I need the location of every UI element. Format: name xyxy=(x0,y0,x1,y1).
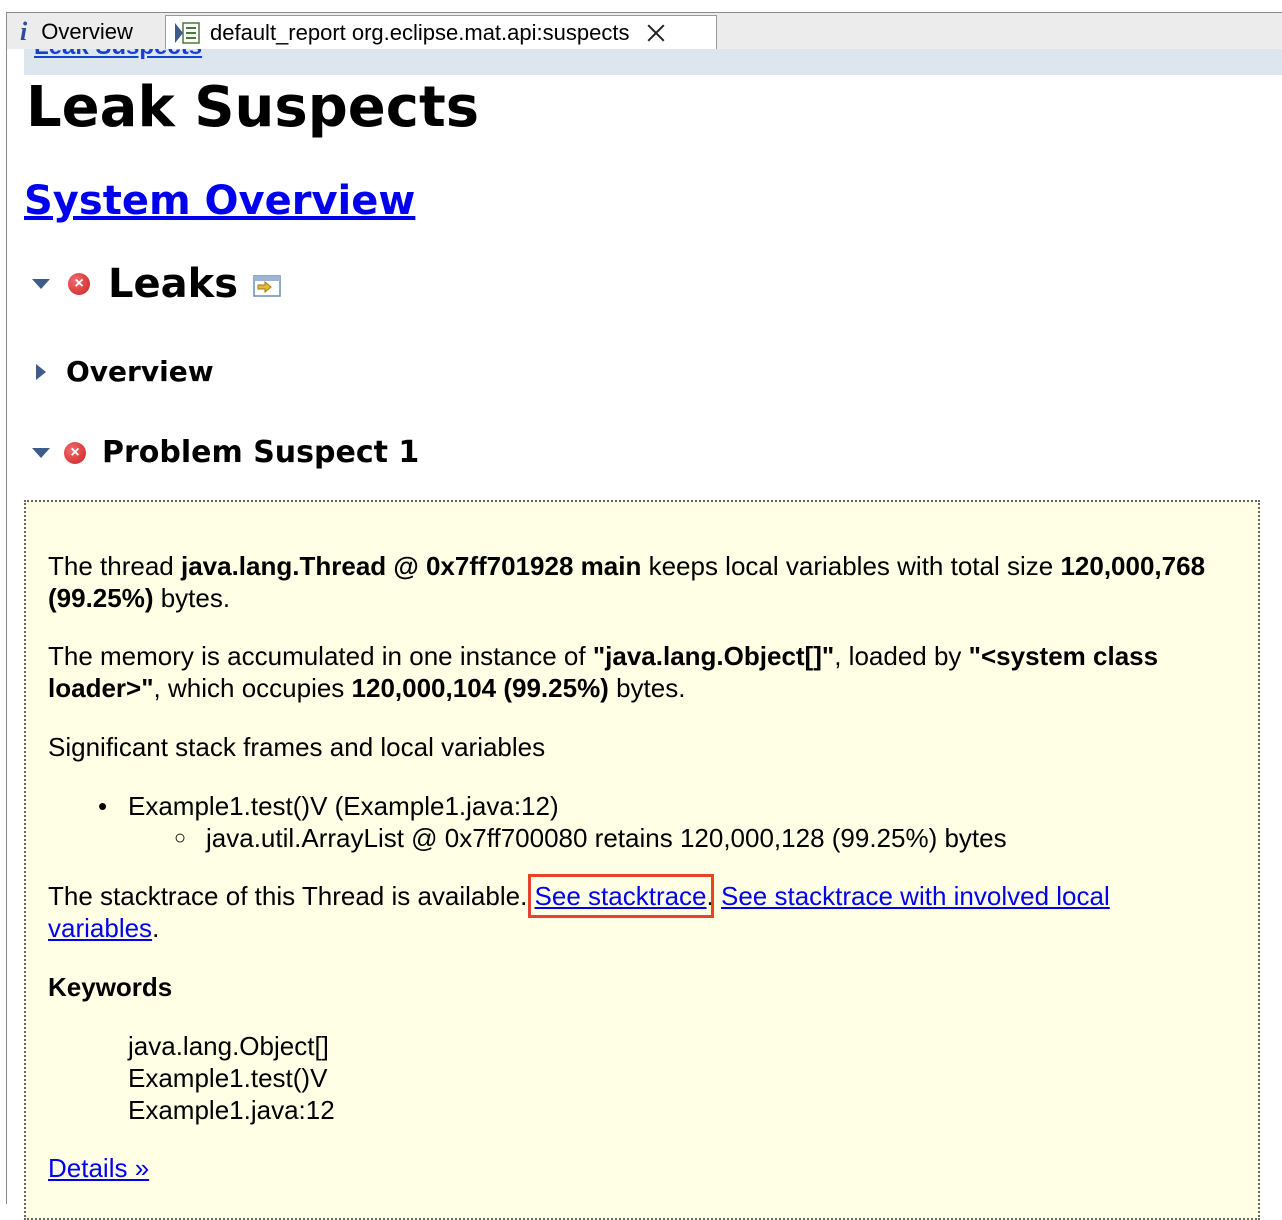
report-content: Leak Suspects System Overview × Leaks Ov… xyxy=(24,75,1282,1220)
leaks-heading: Leaks xyxy=(108,261,239,307)
page-title: Leak Suspects xyxy=(26,75,480,140)
details-link[interactable]: Details » xyxy=(48,1152,149,1184)
stack-frame-item: Example1.test()V (Example1.java:12) xyxy=(128,791,559,821)
thread-description: The thread java.lang.Thread @ 0x7ff70192… xyxy=(48,551,1206,613)
report-detail-icon[interactable] xyxy=(252,273,282,304)
see-stacktrace-link[interactable]: See stacktrace xyxy=(527,874,714,918)
expand-triangle-icon[interactable] xyxy=(36,363,46,380)
stacktrace-availability: The stacktrace of this Thread is availab… xyxy=(48,874,1110,943)
close-icon[interactable] xyxy=(645,22,667,44)
info-icon: i xyxy=(20,17,28,46)
keywords-label: Keywords xyxy=(48,972,173,1002)
collapse-triangle-icon[interactable] xyxy=(32,447,50,458)
tab-overview[interactable]: i Overview xyxy=(10,15,160,49)
local-variable-item: java.util.ArrayList @ 0x7ff700080 retain… xyxy=(206,823,1007,853)
bullet-dot: • xyxy=(98,791,108,821)
collapse-triangle-icon[interactable] xyxy=(32,279,50,289)
memory-description: The memory is accumulated in one instanc… xyxy=(48,641,1159,703)
error-icon: × xyxy=(68,273,90,295)
breadcrumb-bar: Leak Suspects xyxy=(24,49,1282,75)
breadcrumb-link[interactable]: Leak Suspects xyxy=(34,49,202,61)
overview-heading: Overview xyxy=(66,355,214,388)
leaks-section-header[interactable]: × Leaks xyxy=(32,261,282,307)
keyword-item: java.lang.Object[] xyxy=(128,1031,329,1061)
suspect-details-box: The thread java.lang.Thread @ 0x7ff70192… xyxy=(24,500,1260,1220)
keyword-item: Example1.java:12 xyxy=(128,1095,335,1125)
suspect-section-header[interactable]: × Problem Suspect 1 xyxy=(32,435,419,470)
suspect-heading: Problem Suspect 1 xyxy=(102,435,420,470)
report-icon xyxy=(174,21,200,45)
tab-overview-label: Overview xyxy=(41,19,133,44)
tab-default-report[interactable]: default_report org.eclipse.mat.api:suspe… xyxy=(165,15,717,49)
error-icon: × xyxy=(64,441,86,464)
tab-default-report-label: default_report org.eclipse.mat.api:suspe… xyxy=(210,19,630,45)
stack-frames-intro: Significant stack frames and local varia… xyxy=(48,732,546,762)
system-overview-link[interactable]: System Overview xyxy=(24,178,415,224)
keyword-item: Example1.test()V xyxy=(128,1063,328,1093)
overview-section-header[interactable]: Overview xyxy=(36,355,214,388)
bullet-circle: ○ xyxy=(174,827,187,849)
